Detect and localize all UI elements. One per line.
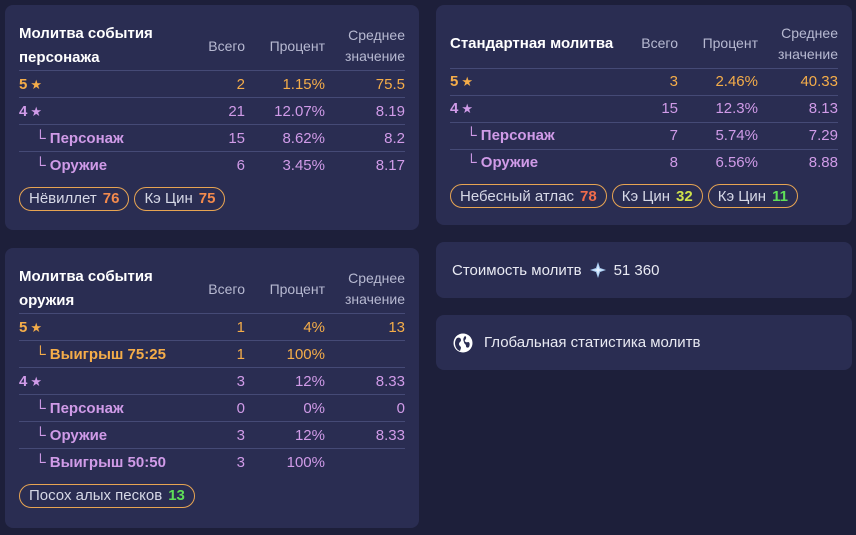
row-four-star-weapon: └ Оружие 3 12% 8.33 [19,421,405,449]
row-five-star: 5 ★ 2 1.15% 75.5 [19,70,405,98]
header-percent: Процент [269,37,325,54]
row-four-star-character: └ Персонаж 15 8.62% 8.2 [19,124,405,152]
pull-chip[interactable]: Кэ Цин 75 [134,186,226,211]
row-four-star-character: └ Персонаж 7 5.74% 7.29 [450,121,838,149]
pull-chip[interactable]: Посох алых песков 13 [19,483,195,508]
row-four-star: 4 ★ 15 12.3% 8.13 [450,94,838,122]
character-event-card: Молитва события персонажа Всего Процент … [5,5,419,230]
character-event-table: Молитва события персонажа Всего Процент … [19,22,405,179]
row-four-star-character: └ Персонаж 0 0% 0 [19,394,405,422]
header-average: Среднее значение [344,27,405,64]
card-title: Молитва события персонажа [19,25,153,66]
wish-cost-label: Стоимость молитв [452,261,582,279]
five-star-pulls: Небесный атлас 78 Кэ Цин 32 Кэ Цин 11 [450,184,838,208]
header-average: Среднее значение [777,24,838,62]
pull-chip[interactable]: Нёвиллет 76 [19,186,130,211]
card-title: Стандартная молитва [450,34,614,52]
star-icon: ★ [30,373,42,389]
header-percent: Процент [702,35,758,52]
card-title: Молитва события оружия [19,268,153,309]
wish-cost-value: 51 360 [613,261,660,279]
star-icon: ★ [461,74,473,89]
pull-chip[interactable]: Кэ Цин 11 [707,184,798,208]
global-stats-card[interactable]: Глобальная статистика молитв [436,315,852,370]
header-total: Всего [641,35,678,52]
row-four-star: 4 ★ 3 12% 8.33 [19,367,405,395]
star-icon: ★ [30,319,42,335]
standard-table: Стандартная молитва Всего Процент Средне… [450,20,838,176]
star-icon: ★ [30,103,42,119]
row-five-star: 5 ★ 1 4% 13 [19,313,405,341]
header-percent: Процент [269,280,325,297]
weapon-event-table: Молитва события оружия Всего Процент Сре… [19,265,405,476]
row-five-star: 5 ★ 3 2.46% 40.33 [450,67,838,95]
star-icon: ★ [30,76,42,92]
wish-cost-card: Стоимость молитв 51 360 [436,242,852,298]
five-star-pulls: Посох алых песков 13 [19,483,405,508]
weapon-event-card: Молитва события оружия Всего Процент Сре… [5,248,419,528]
standard-card: Стандартная молитва Всего Процент Средне… [436,5,852,225]
row-four-star-win: └ Выигрыш 50:50 3 100% [19,448,405,476]
header-total: Всего [208,37,245,54]
header-average: Среднее значение [344,270,405,307]
pull-chip[interactable]: Кэ Цин 32 [611,184,703,208]
row-four-star-weapon: └ Оружие 8 6.56% 8.88 [450,148,838,176]
primogem-icon [589,262,606,278]
header-total: Всего [208,280,245,297]
star-icon: ★ [461,101,473,116]
five-star-pulls: Нёвиллет 76 Кэ Цин 75 [19,186,405,211]
row-four-star: 4 ★ 21 12.07% 8.19 [19,97,405,125]
global-stats-label: Глобальная статистика молитв [484,334,701,351]
pull-chip[interactable]: Небесный атлас 78 [450,184,607,208]
globe-icon [453,333,473,353]
row-four-star-weapon: └ Оружие 6 3.45% 8.17 [19,151,405,179]
row-five-star-win: └ Выигрыш 75:25 1 100% [19,340,405,368]
